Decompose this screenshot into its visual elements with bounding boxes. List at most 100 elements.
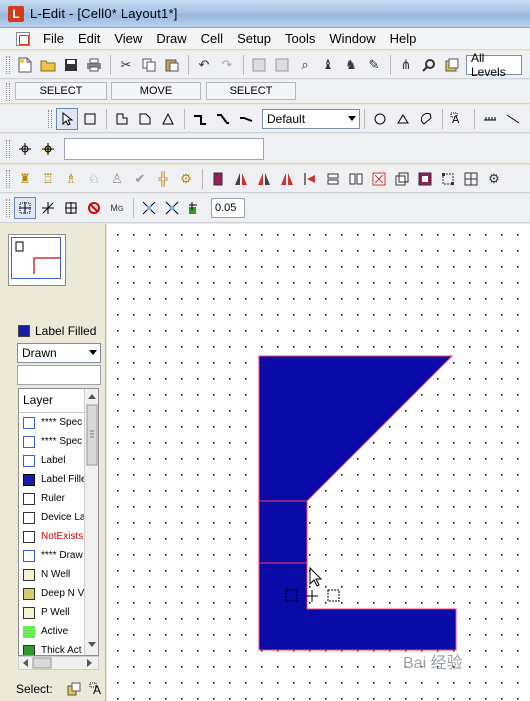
grid-size-field[interactable]: 0.05 <box>211 198 245 218</box>
copy-icon[interactable] <box>138 54 160 76</box>
binoculars-icon[interactable]: ⌕ <box>294 54 316 76</box>
mode-move[interactable]: MOVE <box>111 82 201 100</box>
bounding-box-icon[interactable] <box>437 168 459 190</box>
paste-icon[interactable] <box>161 54 183 76</box>
menu-draw[interactable]: Draw <box>149 29 193 49</box>
check-icon[interactable]: ✔ <box>129 168 151 190</box>
layer-list-hscrollbar[interactable] <box>18 656 99 670</box>
instance-icon-1[interactable]: ♜ <box>14 168 36 190</box>
text-toolbar <box>0 134 530 164</box>
layer-select-dropdown[interactable]: Default <box>262 108 360 129</box>
print-icon[interactable] <box>83 54 105 76</box>
pie-tool-icon[interactable] <box>392 108 414 130</box>
layer-swatch <box>23 568 35 581</box>
menu-window[interactable]: Window <box>322 29 382 49</box>
crosshair-icon[interactable] <box>14 138 36 160</box>
instance-icon-5[interactable]: ♙ <box>106 168 128 190</box>
align-left-icon[interactable] <box>299 168 321 190</box>
instance-icon-4[interactable]: ♘ <box>83 168 105 190</box>
triangle-tool-icon[interactable] <box>157 108 179 130</box>
instance-icon-2[interactable]: ♖ <box>37 168 59 190</box>
text-input-field[interactable] <box>64 137 264 160</box>
cell-thumbnail[interactable] <box>8 234 66 286</box>
layers-icon[interactable] <box>441 54 463 76</box>
ruler-tool-icon[interactable] <box>479 108 501 130</box>
wand-icon[interactable]: ✎ <box>363 54 385 76</box>
open-folder-icon[interactable] <box>37 54 59 76</box>
circle-tool-icon[interactable] <box>369 108 391 130</box>
snap-grid-icon[interactable] <box>14 197 36 219</box>
cell-icon-2[interactable] <box>271 54 293 76</box>
menu-tools[interactable]: Tools <box>278 29 322 49</box>
merge-icon[interactable] <box>368 168 390 190</box>
crosshair-gold-icon[interactable] <box>37 138 59 160</box>
menu-file[interactable]: File <box>36 29 71 49</box>
view-mode-dropdown[interactable]: Drawn <box>17 343 101 363</box>
document-icon[interactable] <box>16 31 30 46</box>
menu-help[interactable]: Help <box>383 29 424 49</box>
no-snap-icon[interactable] <box>83 197 105 219</box>
align-right-icon[interactable] <box>345 168 367 190</box>
select-objects-icon[interactable] <box>63 678 85 700</box>
snap-vertex-icon[interactable] <box>37 197 59 219</box>
snap-midpoint-icon[interactable] <box>138 197 160 219</box>
mirror-icon[interactable]: ╬ <box>152 168 174 190</box>
snap-center-icon[interactable] <box>161 197 183 219</box>
layer-swatch <box>23 606 35 619</box>
menu-view[interactable]: View <box>107 29 149 49</box>
polygon-tool-icon[interactable] <box>111 108 133 130</box>
port-tool-icon[interactable]: A <box>447 108 469 130</box>
select-arrow-icon[interactable] <box>56 107 78 130</box>
layer-swatch <box>23 587 35 600</box>
flip-vertical-icon[interactable] <box>253 168 275 190</box>
mode-select-left[interactable]: SELECT <box>15 82 107 100</box>
undo-icon[interactable]: ↶ <box>193 54 215 76</box>
level-filter-dropdown[interactable]: All Levels <box>466 51 522 79</box>
rotate-icon[interactable] <box>207 168 229 190</box>
layout-canvas[interactable]: Bai 经验 <box>107 224 530 701</box>
layer-filter-field[interactable] <box>17 365 101 385</box>
search-icon[interactable] <box>418 54 440 76</box>
menu-setup[interactable]: Setup <box>230 29 278 49</box>
wire-ortho-icon[interactable] <box>189 108 211 130</box>
tree-icon[interactable]: ⋔ <box>395 54 417 76</box>
find-replace-icon[interactable]: ♝ <box>317 54 339 76</box>
menu-edit[interactable]: Edit <box>71 29 107 49</box>
mode-select-right[interactable]: SELECT <box>206 82 296 100</box>
nibble-icon[interactable]: ⚙ <box>483 168 505 190</box>
slice-icon[interactable] <box>460 168 482 190</box>
instance-icon-3[interactable]: ♗ <box>60 168 82 190</box>
wire-45-icon[interactable] <box>212 108 234 130</box>
svg-text:A: A <box>93 683 101 696</box>
mirror-h-icon[interactable] <box>276 168 298 190</box>
ungroup-icon[interactable] <box>414 168 436 190</box>
layer-name: Ruler <box>41 493 65 504</box>
redo-icon[interactable]: ↷ <box>216 54 238 76</box>
snap-edge-icon[interactable] <box>60 197 82 219</box>
cut-icon[interactable]: ✂ <box>115 54 137 76</box>
menu-cell[interactable]: Cell <box>194 29 230 49</box>
layer-list[interactable]: Layer **** Spec **** Spec Label Label Fille… <box>18 388 99 656</box>
snap-layer-icon[interactable] <box>184 197 206 219</box>
ruler-diag-icon[interactable] <box>502 108 524 130</box>
snap-toolbar: MG 0.05 <box>0 194 530 223</box>
cell-icon-1[interactable] <box>248 54 270 76</box>
drawing-toolbar: Default A <box>0 105 530 133</box>
polygon45-tool-icon[interactable] <box>134 108 156 130</box>
box-tool-icon[interactable] <box>79 108 101 130</box>
layer-list-scrollbar[interactable] <box>84 389 98 655</box>
svg-text:A: A <box>452 114 460 126</box>
wire-any-icon[interactable] <box>235 108 257 130</box>
manhattan-icon[interactable]: MG <box>106 197 128 219</box>
align-center-icon[interactable] <box>322 168 344 190</box>
select-text-icon[interactable]: A <box>86 678 108 700</box>
hierarchy-icon[interactable]: ♞ <box>340 54 362 76</box>
save-icon[interactable] <box>60 54 82 76</box>
new-file-icon[interactable] <box>14 54 36 76</box>
group-icon[interactable] <box>391 168 413 190</box>
flip-icon[interactable]: ⚙ <box>175 168 197 190</box>
dropdown-arrow-icon <box>89 350 97 355</box>
torus-tool-icon[interactable] <box>415 108 437 130</box>
thumbnail-viewport <box>11 237 61 279</box>
flip-horizontal-icon[interactable] <box>230 168 252 190</box>
